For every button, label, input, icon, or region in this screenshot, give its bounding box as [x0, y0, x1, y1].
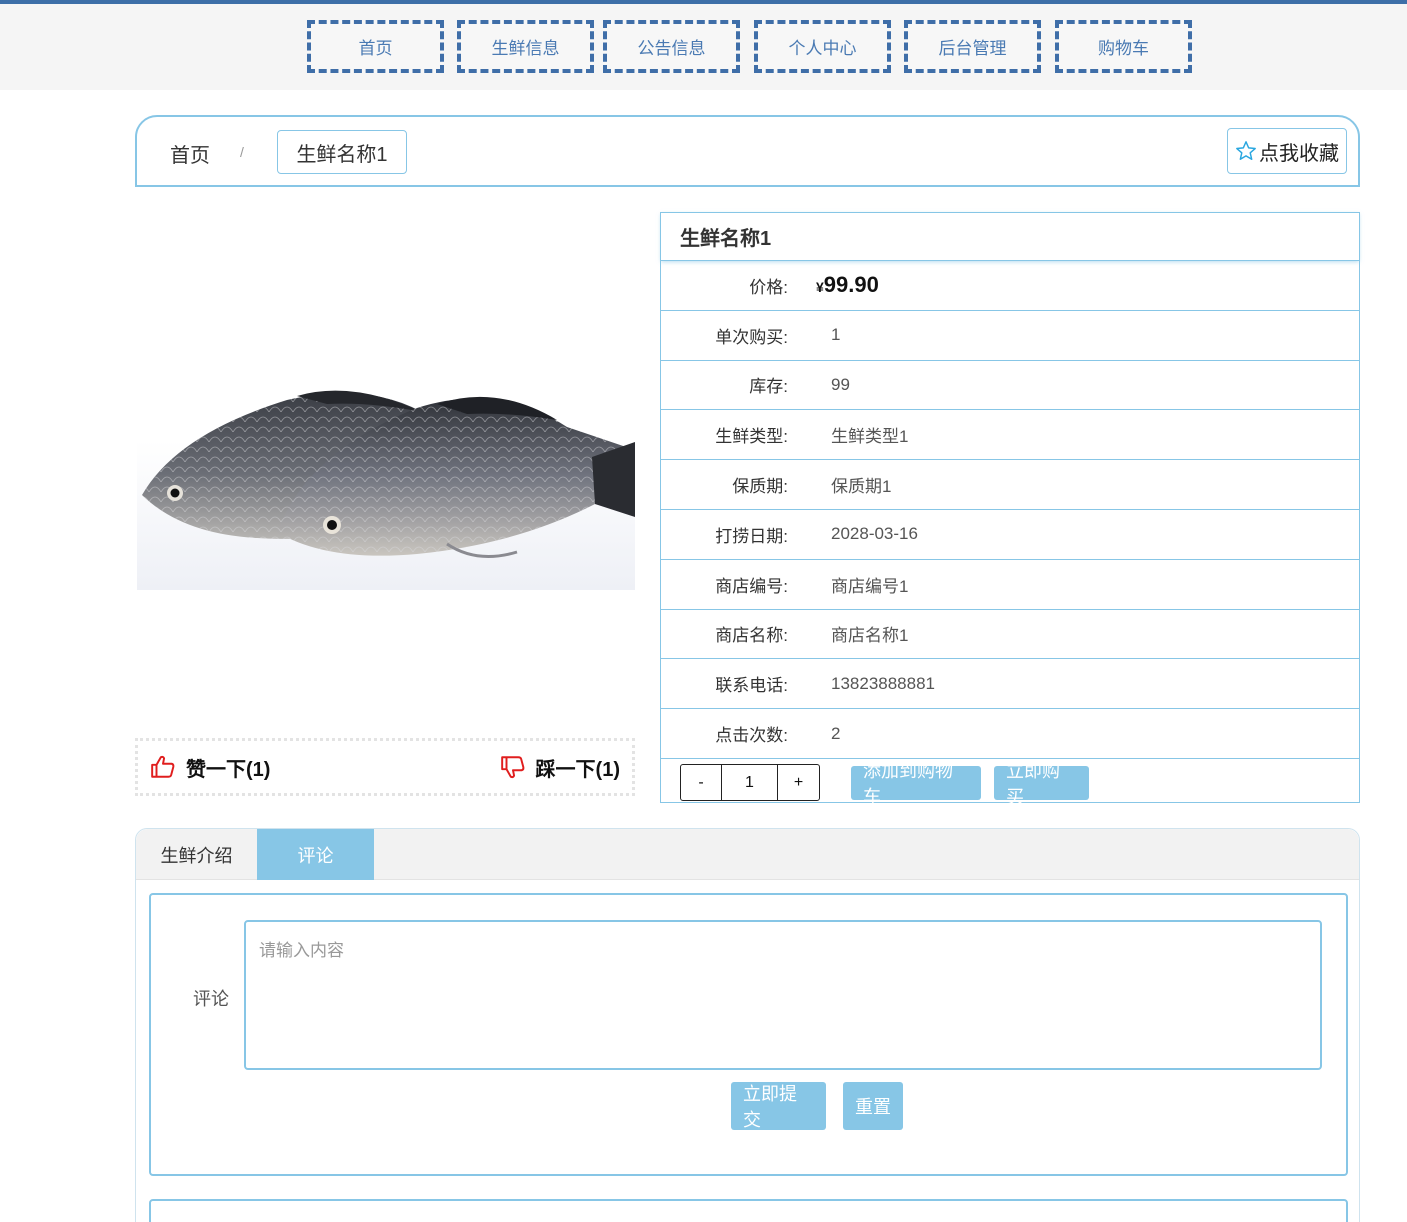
- purchase-actions: - 1 + 添加到购物车 立即购买: [661, 759, 1359, 807]
- info-label: 联系电话:: [715, 676, 788, 696]
- info-row: 保质期: 保质期1: [661, 460, 1359, 510]
- info-row: 库存: 99: [661, 361, 1359, 411]
- info-label: 生鲜类型:: [715, 427, 788, 447]
- star-icon: [1236, 141, 1256, 160]
- vote-bar: 赞一下(1) 踩一下(1): [135, 738, 635, 796]
- comment-form: 评论 请输入内容 立即提交 重置: [149, 893, 1348, 1176]
- quantity-input[interactable]: 1: [722, 765, 778, 801]
- dislike-button[interactable]: 踩一下(1): [500, 753, 620, 782]
- info-value: 生鲜类型1: [831, 427, 909, 447]
- breadcrumb: 首页 / 生鲜名称1 点我收藏: [135, 115, 1360, 187]
- info-label: 库存:: [749, 377, 788, 397]
- info-row: 打捞日期: 2028-03-16: [661, 510, 1359, 560]
- comment-buttons: 立即提交 重置: [731, 1082, 903, 1130]
- nav-cart[interactable]: 购物车: [1055, 20, 1192, 73]
- product-info-panel: 生鲜名称1 价格: ¥99.90 单次购买: 1 库存: 99 生鲜类型: 生鲜类型1…: [660, 212, 1360, 807]
- price-amount: 99.90: [823, 272, 879, 298]
- info-value: 99: [831, 374, 850, 394]
- info-value: 商店编号1: [831, 576, 909, 596]
- quantity-stepper: - 1 +: [680, 764, 820, 802]
- price-row: 价格: ¥99.90: [661, 261, 1359, 311]
- like-label: 赞一下(1): [186, 758, 271, 781]
- buy-now-button[interactable]: 立即购买: [994, 761, 1089, 807]
- nav-personal-center[interactable]: 个人中心: [754, 20, 891, 73]
- add-to-cart-button[interactable]: 添加到购物车: [851, 761, 981, 807]
- decrement-button[interactable]: -: [681, 765, 722, 801]
- submit-button[interactable]: 立即提交: [731, 1082, 826, 1130]
- tab-bar: 生鲜介绍 评论: [136, 829, 1359, 880]
- like-button[interactable]: 赞一下(1): [150, 753, 270, 782]
- thumbs-up-icon: [151, 755, 175, 778]
- nav-admin[interactable]: 后台管理: [904, 20, 1041, 73]
- info-value: 2028-03-16: [831, 524, 918, 544]
- comment-textarea[interactable]: 请输入内容: [244, 920, 1322, 1070]
- comment-list: [149, 1199, 1348, 1222]
- breadcrumb-separator: /: [240, 144, 244, 160]
- comment-label: 评论: [193, 989, 229, 1009]
- tab-introduction[interactable]: 生鲜介绍: [136, 829, 257, 880]
- favorite-button[interactable]: 点我收藏: [1227, 128, 1347, 174]
- info-label: 保质期:: [732, 477, 788, 497]
- product-name: 生鲜名称1: [661, 213, 1359, 261]
- info-label: 商店编号:: [715, 576, 788, 596]
- info-row: 生鲜类型: 生鲜类型1: [661, 410, 1359, 461]
- breadcrumb-home[interactable]: 首页: [170, 139, 210, 168]
- dislike-label: 踩一下(1): [535, 758, 620, 781]
- info-row: 商店编号: 商店编号1: [661, 560, 1359, 610]
- nav-fresh-info[interactable]: 生鲜信息: [457, 20, 594, 73]
- price-label: 价格:: [749, 277, 788, 297]
- info-value: 商店名称1: [831, 626, 909, 646]
- info-row: 单次购买: 1: [661, 311, 1359, 361]
- nav-announcements[interactable]: 公告信息: [603, 20, 740, 73]
- product-image: [137, 212, 635, 732]
- info-label: 单次购买:: [715, 327, 788, 347]
- info-row: 联系电话: 13823888881: [661, 659, 1359, 710]
- info-value: 13823888881: [831, 673, 936, 693]
- reset-button[interactable]: 重置: [843, 1082, 903, 1130]
- favorite-label: 点我收藏: [1259, 142, 1339, 165]
- price-value: ¥99.90: [816, 272, 879, 298]
- info-row: 点击次数: 2: [661, 709, 1359, 759]
- tab-comments[interactable]: 评论: [257, 829, 374, 880]
- increment-button[interactable]: +: [778, 765, 819, 800]
- top-nav: 首页 生鲜信息 公告信息 个人中心 后台管理 购物车: [0, 4, 1407, 90]
- thumbs-down-icon: [500, 756, 524, 779]
- info-row: 商店名称: 商店名称1: [661, 610, 1359, 660]
- nav-home[interactable]: 首页: [307, 20, 444, 73]
- info-label: 商店名称:: [715, 626, 788, 646]
- info-label: 打捞日期:: [715, 526, 788, 546]
- info-label: 点击次数:: [715, 726, 788, 746]
- detail-tabs: 生鲜介绍 评论 评论 请输入内容 立即提交 重置: [135, 828, 1360, 1222]
- info-value: 1: [831, 325, 841, 345]
- breadcrumb-current: 生鲜名称1: [277, 130, 407, 174]
- info-value: 2: [831, 723, 841, 743]
- info-value: 保质期1: [831, 477, 892, 497]
- currency-symbol: ¥: [816, 279, 824, 296]
